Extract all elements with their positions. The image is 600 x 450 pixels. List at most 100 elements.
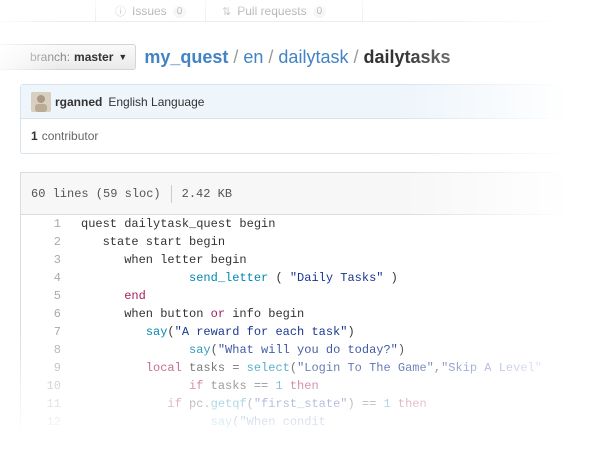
tab-pull-requests[interactable]: ⇅ Pull requests 0 [222,0,327,22]
code-token: select [246,361,290,375]
file-viewer: 60 lines (59 sloc) 2.42 KB 1 quest dailyt… [20,172,600,450]
code-text: say("What will you do today?") [81,341,405,359]
breadcrumb-separator: / [233,46,239,67]
code-gutter [61,359,81,377]
code-text: if pc.getqf("first_state") == 1 then [81,395,427,413]
breadcrumb-repo-link[interactable]: my_quest [144,47,228,68]
code-token: local [145,361,182,375]
code-gutter [61,377,81,395]
file-navigation: branch: master ▼ my_quest / en / dailyta… [0,43,600,71]
code-token: , [433,361,442,375]
caret-down-icon: ▼ [118,52,128,62]
code-line: 12 say("When condit [21,413,600,431]
tab-pull-requests-count: 0 [312,4,327,18]
tab-pull-requests-label: Pull requests [237,4,307,18]
code-text: quest dailytask_quest begin [81,215,275,233]
avatar[interactable] [31,91,51,112]
code-text: local tasks = select("Login To The Game"… [81,359,542,377]
breadcrumb-separator: / [268,46,274,67]
code-token: getqf [210,397,247,411]
code-token: "first_state" [253,397,348,411]
code-token: "Daily Tasks" [289,271,384,285]
code-gutter [61,323,81,341]
code-token: send_letter [189,271,269,285]
code-line: 4 send_letter ( "Daily Tasks" ) [21,269,600,287]
code-gutter [61,233,81,251]
line-number[interactable]: 6 [21,305,61,323]
code-token: say [189,343,211,357]
code-token: ) == [347,397,384,411]
breadcrumb: my_quest / en / dailytask / dailytasks [144,47,450,68]
code-gutter [61,269,81,287]
contributors-count: 1 [31,129,38,143]
code-token: end [124,289,146,303]
code-token: quest dailytask_quest begin [81,217,276,231]
issue-icon: ⓘ [115,6,126,18]
code-token: ( [210,343,218,357]
breadcrumb-dir-dailytask[interactable]: dailytask [278,47,348,68]
code-text: say("When condit [81,413,326,431]
code-blob: 1 quest dailytask_quest begin 2 state star… [21,215,600,431]
code-gutter [61,341,81,359]
contributors-label: contributor [41,129,99,143]
tab-issues[interactable]: ⓘ Issues 0 [115,0,187,22]
file-size-info: 2.42 KB [181,186,233,201]
branch-select-button[interactable]: branch: master ▼ [0,44,137,70]
code-token: ( [167,325,175,339]
code-token: tasks = [181,361,247,375]
line-number[interactable]: 9 [21,359,61,377]
code-token: then [397,397,427,411]
code-token: 1 [275,379,283,393]
code-token: tasks == [203,379,276,393]
code-line: 7 say("A reward for each task") [21,323,600,341]
commit-author-link[interactable]: rganned [55,95,102,109]
commit-message-link[interactable]: English Language [108,95,204,109]
file-info-divider [170,184,172,203]
code-text: if tasks == 1 then [81,377,319,395]
line-number[interactable]: 10 [21,377,61,395]
code-text: when letter begin [81,251,247,269]
line-number[interactable]: 5 [21,287,61,305]
code-token: state start begin [81,235,226,249]
code-token: if [189,379,204,393]
code-token: ) [383,271,398,285]
breadcrumb-file: dailytasks [363,46,451,67]
line-number[interactable]: 12 [21,413,61,431]
code-gutter [61,251,81,269]
pull-request-icon: ⇅ [222,5,232,18]
avatar-image-icon [31,91,51,112]
code-line: 11 if pc.getqf("first_state") == 1 then [21,395,600,413]
code-text: when button or info begin [81,305,304,323]
code-line: 3 when letter begin [21,251,600,269]
code-token: "When condit [239,415,326,429]
line-number[interactable]: 11 [21,395,61,413]
line-number[interactable]: 4 [21,269,61,287]
code-line: 6 when button or info begin [21,305,600,323]
line-number[interactable]: 2 [21,233,61,251]
line-number[interactable]: 3 [21,251,61,269]
line-number[interactable]: 7 [21,323,61,341]
code-token: ) [347,325,355,339]
code-token: ( [289,361,298,375]
line-number[interactable]: 8 [21,341,61,359]
contributors-summary[interactable]: 1 contributor [21,119,600,153]
latest-commit: rganned English Language [21,85,600,119]
code-line: 10 if tasks == 1 then [21,377,600,395]
line-number[interactable]: 1 [21,215,61,233]
code-token: when button [81,307,211,321]
code-token: say [210,415,233,429]
branch-value: master [74,50,114,64]
code-gutter [61,305,81,323]
code-gutter [61,413,81,431]
code-token: pc. [181,397,211,411]
code-token: say [145,325,168,339]
breadcrumb-dir-en[interactable]: en [243,47,263,68]
code-token: when letter begin [81,253,247,267]
code-token: ( [268,271,290,285]
